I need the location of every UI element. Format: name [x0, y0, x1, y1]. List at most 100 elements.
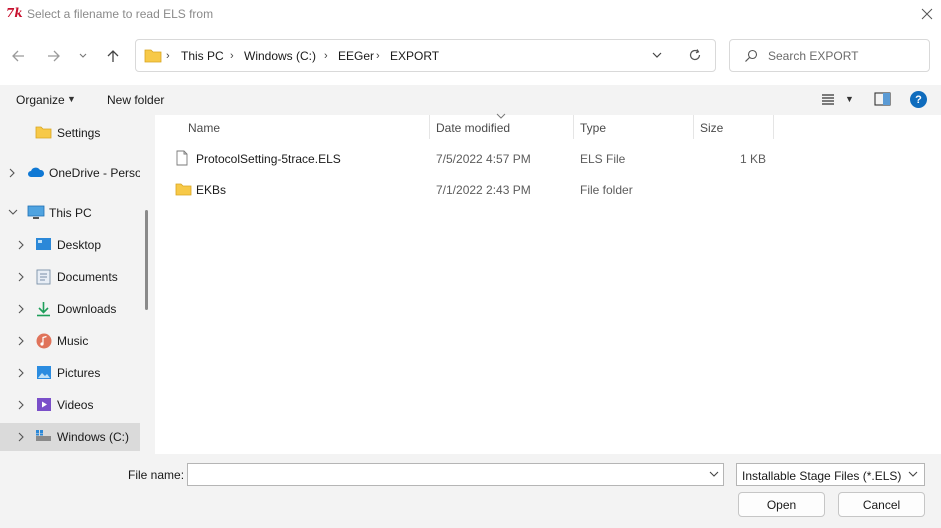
sidebar-item-downloads[interactable]: Downloads: [0, 295, 140, 323]
close-button[interactable]: [913, 0, 941, 28]
column-header-type[interactable]: Type: [580, 121, 606, 135]
caret-down-icon[interactable]: ▼: [845, 94, 854, 104]
chevron-down-icon[interactable]: [709, 470, 719, 478]
address-bar[interactable]: › This PC › Windows (C:) › EEGer › EXPOR…: [135, 39, 716, 72]
column-divider[interactable]: [429, 115, 430, 139]
folder-icon: [175, 183, 192, 196]
column-divider[interactable]: [773, 115, 774, 139]
breadcrumb-eeger[interactable]: EEGer: [338, 49, 374, 63]
search-box[interactable]: [729, 39, 930, 72]
desktop-icon: [36, 238, 51, 250]
sidebar-item-label: OneDrive - Perso: [49, 166, 140, 180]
column-header-size[interactable]: Size: [700, 121, 723, 135]
arrow-up-icon: [107, 50, 119, 62]
file-name: EKBs: [196, 183, 227, 197]
file-name-combobox[interactable]: [187, 463, 724, 486]
sidebar-item-music[interactable]: Music: [0, 327, 140, 355]
chevron-right-icon[interactable]: [17, 432, 25, 442]
file-date-modified: 7/5/2022 4:57 PM: [436, 152, 531, 166]
navigation-scrollbar[interactable]: [145, 210, 148, 310]
chevron-down-icon[interactable]: [651, 49, 663, 61]
breadcrumb-this-pc[interactable]: This PC: [181, 49, 224, 63]
back-button[interactable]: [5, 42, 31, 70]
music-icon: [36, 333, 52, 349]
file-date-modified: 7/1/2022 2:43 PM: [436, 183, 531, 197]
file-type: File folder: [580, 183, 633, 197]
up-button[interactable]: [100, 42, 126, 70]
chevron-right-icon[interactable]: [17, 240, 25, 250]
navigation-pane: Settings OneDrive - Perso This PC Deskto…: [0, 115, 155, 454]
file-size: 1 KB: [739, 152, 766, 166]
column-divider[interactable]: [693, 115, 694, 139]
sidebar-item-this-pc[interactable]: This PC: [0, 199, 140, 227]
file-type: ELS File: [580, 152, 626, 166]
cancel-button[interactable]: Cancel: [838, 492, 925, 517]
sidebar-item-label: Documents: [57, 270, 118, 284]
help-icon[interactable]: ?: [910, 91, 927, 108]
documents-icon: [36, 269, 51, 285]
file-name-input[interactable]: [192, 466, 697, 483]
sidebar-item-documents[interactable]: Documents: [0, 263, 140, 291]
refresh-icon[interactable]: [688, 48, 702, 62]
downloads-icon: [37, 302, 50, 317]
chevron-right-icon[interactable]: [17, 304, 25, 314]
window-title: Select a filename to read ELS from: [27, 7, 214, 21]
file-type-filter-value: Installable Stage Files (*.ELS): [742, 469, 902, 483]
close-icon: [921, 8, 933, 20]
forward-button[interactable]: [41, 42, 67, 70]
monitor-icon: [27, 205, 45, 219]
onedrive-icon: [28, 167, 45, 177]
file-name: ProtocolSetting-5trace.ELS: [196, 152, 341, 166]
chevron-right-icon[interactable]: [17, 272, 25, 282]
sidebar-item-pictures[interactable]: Pictures: [0, 359, 140, 387]
sidebar-item-label: Desktop: [57, 238, 102, 252]
organize-button[interactable]: Organize: [16, 93, 65, 107]
sidebar-item-desktop[interactable]: Desktop: [0, 231, 140, 259]
sort-indicator-icon: [496, 113, 506, 119]
sidebar-item-label: Downloads: [57, 302, 117, 316]
view-options-icon[interactable]: [820, 92, 836, 106]
sidebar-item-label: Settings: [57, 126, 101, 140]
breadcrumb-export[interactable]: EXPORT: [390, 49, 439, 63]
drive-icon: [36, 430, 51, 441]
folder-icon: [35, 126, 52, 139]
new-folder-button[interactable]: New folder: [107, 93, 164, 107]
sidebar-item-windows-c[interactable]: Windows (C:): [0, 423, 140, 451]
column-divider[interactable]: [573, 115, 574, 139]
dialog-footer: File name: Installable Stage Files (*.EL…: [0, 454, 941, 528]
chevron-right-icon[interactable]: [17, 336, 25, 346]
caret-down-icon[interactable]: ▼: [67, 94, 76, 104]
tk-logo-icon: 7k: [6, 6, 23, 20]
videos-icon: [37, 398, 51, 411]
chevron-right-icon[interactable]: [17, 368, 25, 378]
chevron-down-icon: [79, 53, 87, 58]
column-header-name[interactable]: Name: [188, 121, 220, 135]
breadcrumb-windows-c[interactable]: Windows (C:): [244, 49, 316, 63]
command-bar: Organize ▼ New folder ▼ ?: [0, 85, 941, 115]
chevron-down-icon[interactable]: [8, 208, 18, 216]
chevron-down-icon: [908, 471, 918, 477]
chevron-right-icon[interactable]: [8, 168, 16, 178]
file-name-label: File name:: [128, 468, 185, 482]
preview-pane-icon[interactable]: [874, 92, 891, 106]
table-row[interactable]: ProtocolSetting-5trace.ELS 7/5/2022 4:57…: [170, 145, 930, 173]
folder-icon: [144, 49, 162, 63]
table-row[interactable]: EKBs 7/1/2022 2:43 PM File folder: [170, 176, 930, 204]
file-list: Name Date modified Type Size ProtocolSet…: [155, 113, 941, 454]
column-header-date-modified[interactable]: Date modified: [436, 121, 510, 135]
chevron-right-icon[interactable]: [17, 400, 25, 410]
open-button[interactable]: Open: [738, 492, 825, 517]
recent-locations-button[interactable]: [72, 42, 94, 70]
sidebar-item-onedrive[interactable]: OneDrive - Perso: [0, 159, 140, 187]
pictures-icon: [37, 366, 51, 379]
arrow-right-icon: [48, 50, 60, 62]
sidebar-item-label: Videos: [57, 398, 94, 412]
breadcrumb-separator: ›: [376, 50, 380, 62]
sidebar-item-label: Pictures: [57, 366, 101, 380]
sidebar-item-label: Windows (C:): [57, 430, 130, 444]
title-bar: 7k Select a filename to read ELS from: [0, 0, 941, 28]
file-type-filter[interactable]: Installable Stage Files (*.ELS): [736, 463, 925, 486]
sidebar-item-videos[interactable]: Videos: [0, 391, 140, 419]
search-input[interactable]: [768, 47, 918, 65]
sidebar-item-settings[interactable]: Settings: [0, 119, 140, 147]
